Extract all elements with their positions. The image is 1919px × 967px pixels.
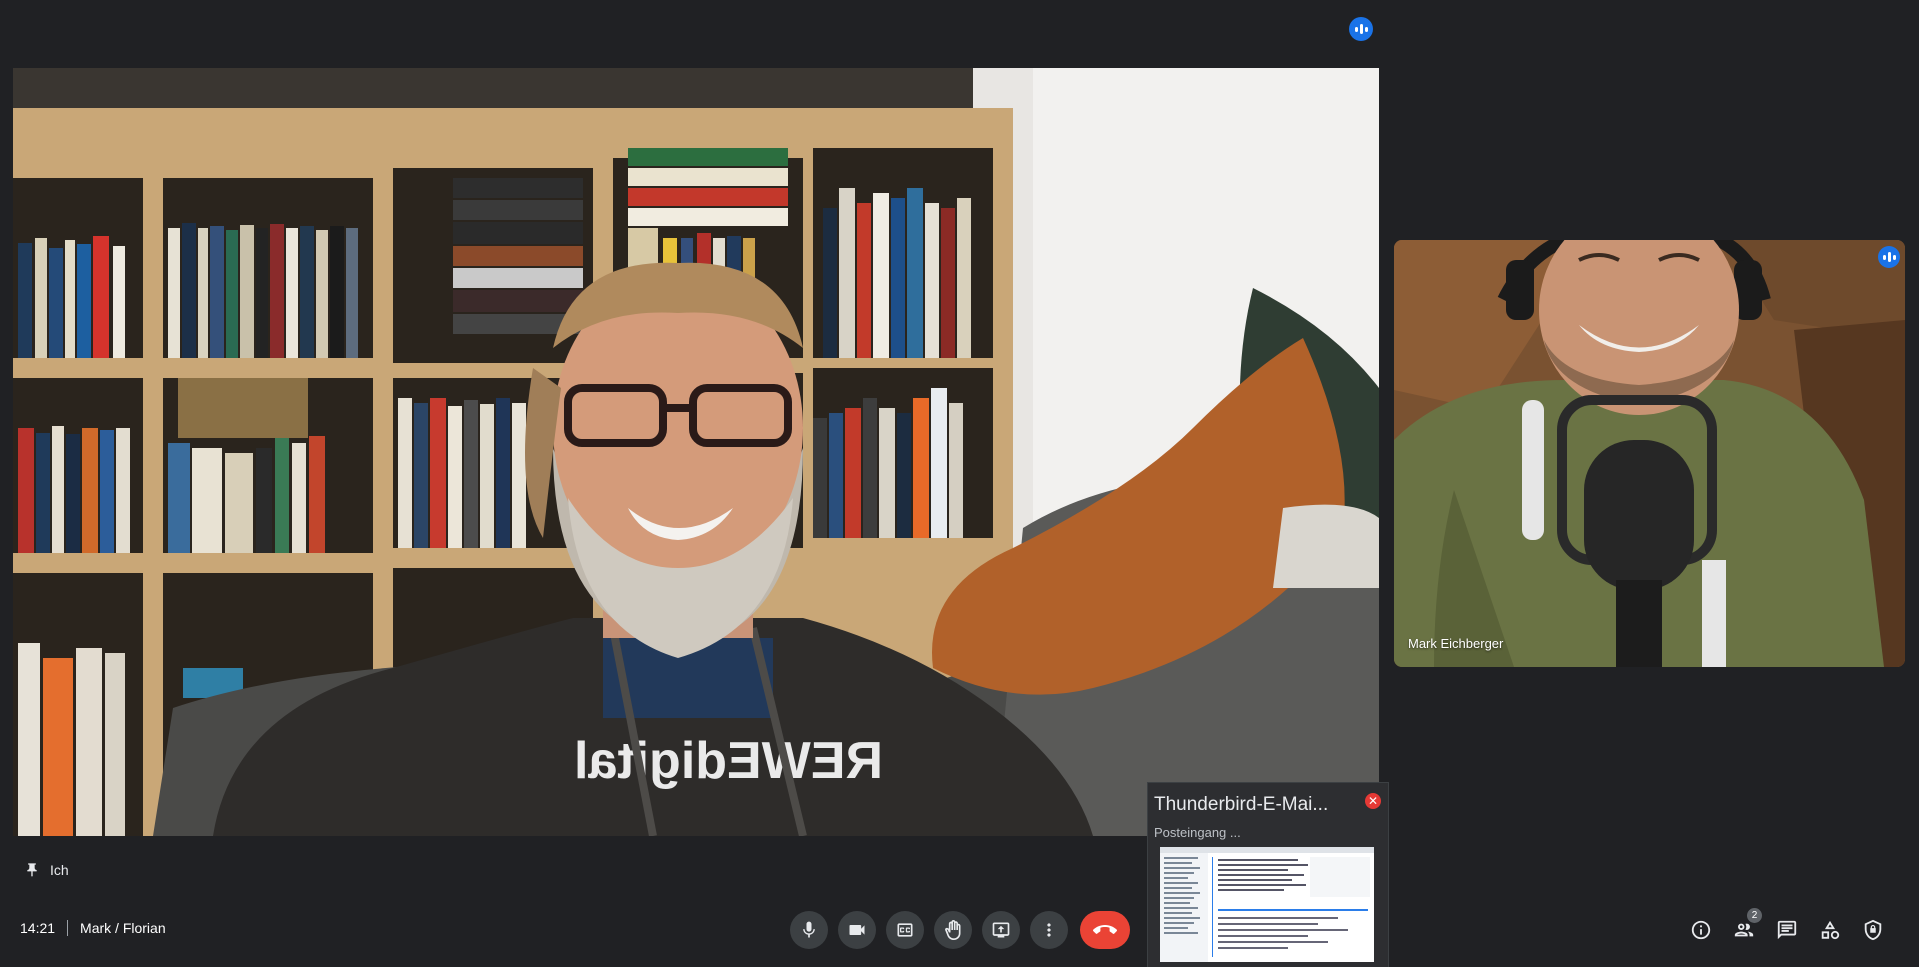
self-label-row: Ich xyxy=(24,861,69,879)
people-button[interactable]: 2 xyxy=(1728,908,1762,949)
more-vert-icon xyxy=(1047,923,1051,937)
self-name: Ich xyxy=(50,862,69,878)
meeting-title: Mark / Florian xyxy=(80,920,166,936)
hand-icon xyxy=(945,920,961,940)
close-icon[interactable]: ✕ xyxy=(1365,793,1381,809)
host-controls-button[interactable] xyxy=(1857,911,1889,949)
speaking-indicator-icon xyxy=(1878,246,1900,268)
camera-button[interactable] xyxy=(838,911,876,949)
svg-text:REWEdigital: REWEdigital xyxy=(574,732,883,790)
captions-icon xyxy=(897,923,913,937)
participant-name: Mark Eichberger xyxy=(1408,636,1504,651)
call-end-icon xyxy=(1093,925,1117,934)
activities-icon xyxy=(1821,920,1840,940)
captions-button[interactable] xyxy=(886,911,924,949)
preview-title: Thunderbird-E-Mai... xyxy=(1154,794,1329,815)
microphone-button[interactable] xyxy=(790,911,828,949)
participant-tile[interactable]: Mark Eichberger xyxy=(1394,240,1905,667)
leave-call-button[interactable] xyxy=(1080,911,1130,949)
window-preview[interactable]: Thunderbird-E-Mai... ✕ Posteingang ... xyxy=(1147,782,1389,967)
divider xyxy=(67,920,69,936)
shield-lock-icon xyxy=(1864,919,1882,941)
pin-icon[interactable] xyxy=(24,861,40,879)
call-controls xyxy=(790,911,1130,949)
preview-subtitle: Posteingang ... xyxy=(1154,825,1241,840)
main-video-tile[interactable]: REWEdigital xyxy=(13,68,1379,836)
speaking-indicator-icon xyxy=(1349,17,1373,41)
chat-icon xyxy=(1777,920,1797,940)
side-panel-buttons: 2 xyxy=(1685,908,1889,949)
meeting-info: 14:21 Mark / Florian xyxy=(20,920,166,936)
chat-button[interactable] xyxy=(1771,911,1803,949)
video-frame-self: REWEdigital xyxy=(13,68,1379,836)
activities-button[interactable] xyxy=(1814,911,1846,949)
meeting-details-button[interactable] xyxy=(1685,911,1717,949)
present-button[interactable] xyxy=(982,911,1020,949)
video-frame-participant xyxy=(1394,240,1905,667)
meeting-time: 14:21 xyxy=(20,920,56,936)
info-icon xyxy=(1691,920,1711,940)
people-count-badge: 2 xyxy=(1747,908,1762,923)
present-screen-icon xyxy=(992,922,1010,938)
raise-hand-button[interactable] xyxy=(934,911,972,949)
camera-icon xyxy=(849,925,865,935)
preview-thumbnail xyxy=(1160,847,1374,962)
more-options-button[interactable] xyxy=(1030,911,1068,949)
mic-icon xyxy=(803,921,815,938)
